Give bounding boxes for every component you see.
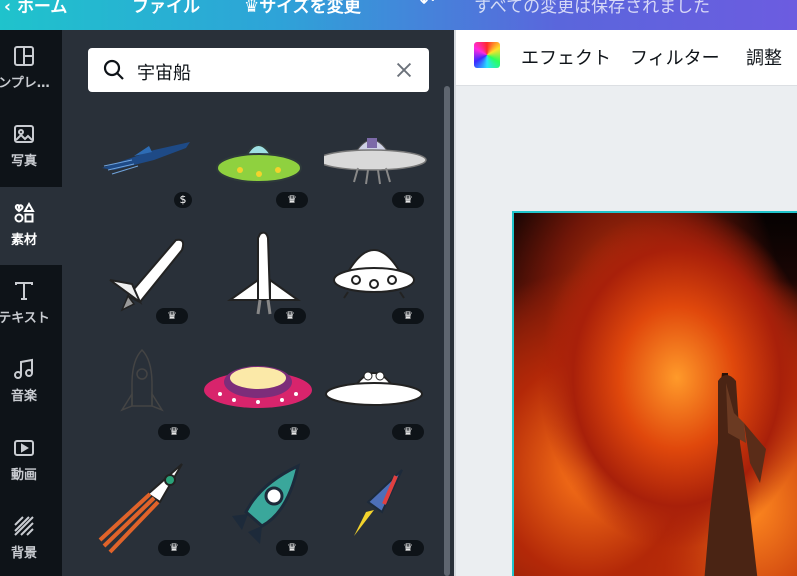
music-icon: [14, 358, 33, 379]
rail-item-templates[interactable]: ンプレ…: [0, 30, 62, 108]
editor-area: エフェクト フィルター 調整: [454, 30, 797, 576]
premium-badge: ♛: [392, 540, 424, 556]
filter-button[interactable]: フィルター: [630, 44, 720, 70]
rocket-outline-image: [120, 348, 164, 412]
result-red-blue-rocket[interactable]: ♛: [324, 456, 434, 566]
text-icon: [15, 282, 33, 300]
side-rail: ンプレ… 写真 素材 テキスト 音楽 動画 背景: [0, 30, 62, 576]
dollar-badge: $: [174, 192, 192, 208]
result-blue-jet-spaceship[interactable]: $: [94, 120, 204, 230]
photo-icon: [14, 125, 34, 143]
premium-badge: ♛: [276, 540, 308, 556]
adjust-button[interactable]: 調整: [746, 44, 782, 70]
rail-label-video: 動画: [10, 468, 37, 483]
result-space-shuttle-tilted[interactable]: ♛: [100, 230, 210, 340]
premium-badge: ♛: [392, 424, 424, 440]
premium-badge: ♛: [158, 540, 190, 556]
premium-badge: ♛: [274, 308, 306, 324]
statue-of-liberty-image: [704, 373, 766, 576]
panel-scrollbar[interactable]: [444, 86, 450, 576]
undo-icon[interactable]: ↶: [420, 0, 434, 12]
rail-item-video[interactable]: 動画: [0, 422, 62, 500]
search-icon: [103, 59, 124, 80]
elements-panel: 宇宙船 $ ♛ ♛ ♛ ♛ ♛ ♛ ♛ ♛ ♛ ♛ ♛: [62, 30, 454, 576]
result-rocket-outline[interactable]: ♛: [100, 344, 210, 454]
result-alien-ufo-outline[interactable]: ♛: [324, 344, 434, 454]
file-menu[interactable]: ファイル: [132, 0, 200, 17]
background-icon: [14, 516, 34, 536]
space-shuttle-image: [109, 238, 185, 312]
crown-icon: ♛: [244, 0, 260, 17]
color-picker-icon[interactable]: [474, 42, 500, 68]
premium-badge: ♛: [276, 192, 308, 208]
close-icon[interactable]: [393, 59, 415, 81]
save-status: すべての変更は保存されました: [474, 0, 711, 17]
video-icon: [14, 440, 34, 456]
image-toolbar: エフェクト フィルター 調整: [456, 30, 797, 86]
rail-label-text: テキスト: [0, 311, 50, 326]
chevron-left-icon: ‹: [4, 0, 12, 17]
premium-badge: ♛: [392, 192, 424, 208]
design-canvas[interactable]: [512, 211, 797, 576]
rail-item-text[interactable]: テキスト: [0, 265, 62, 343]
rail-item-music[interactable]: 音楽: [0, 343, 62, 421]
rail-label-music: 音楽: [10, 389, 37, 404]
result-silver-ufo-with-alien[interactable]: ♛: [324, 120, 434, 230]
premium-badge: ♛: [392, 308, 424, 324]
elements-icon: [14, 201, 35, 223]
search-field[interactable]: 宇宙船: [88, 48, 429, 92]
layout-icon: [14, 46, 34, 66]
resize-button[interactable]: ♛サイズを変更: [244, 0, 361, 17]
result-green-ufo[interactable]: ♛: [212, 120, 322, 230]
orange-rocket-image: [98, 463, 183, 554]
rail-item-photos[interactable]: 写真: [0, 108, 62, 186]
premium-badge: ♛: [278, 424, 310, 440]
teal-rocket-image: [232, 463, 301, 544]
rail-item-background[interactable]: 背景: [0, 500, 62, 576]
effects-button[interactable]: エフェクト: [521, 44, 611, 70]
result-pink-ufo[interactable]: ♛: [204, 344, 314, 454]
search-input[interactable]: 宇宙船: [137, 59, 191, 85]
rail-label-photos: 写真: [10, 154, 37, 169]
result-white-ufo-outline[interactable]: ♛: [324, 230, 434, 340]
back-button[interactable]: ‹ ホーム: [4, 0, 67, 17]
result-space-shuttle-upright[interactable]: ♛: [212, 230, 322, 340]
result-teal-rocket[interactable]: ♛: [212, 456, 322, 566]
premium-badge: ♛: [156, 308, 188, 324]
top-bar: ‹ ホーム ファイル ♛サイズを変更 ↶ すべての変更は保存されました: [0, 0, 797, 30]
result-orange-rocket[interactable]: ♛: [94, 456, 204, 566]
rail-label-elements: 素材: [10, 233, 37, 248]
rail-label-templates: ンプレ…: [0, 76, 50, 91]
premium-badge: ♛: [158, 424, 190, 440]
rail-item-elements[interactable]: 素材: [0, 187, 62, 265]
rail-label-background: 背景: [10, 546, 37, 561]
